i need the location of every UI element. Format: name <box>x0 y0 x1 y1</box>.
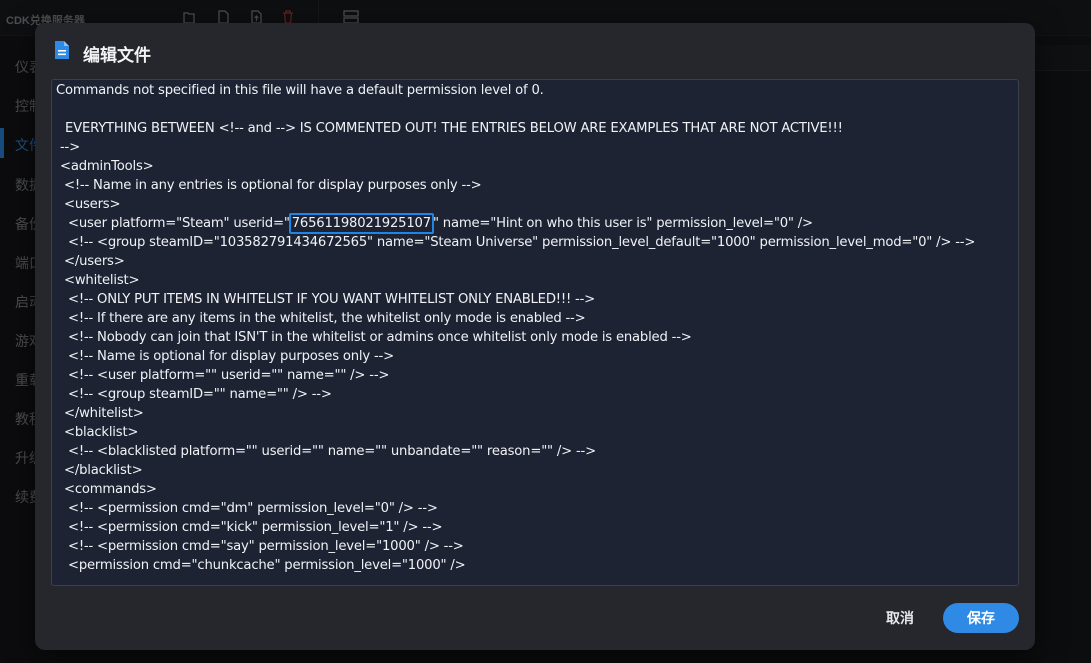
dialog-footer: 取消 保存 <box>35 593 1035 650</box>
code-line: <permission cmd="chunkcache" permission_… <box>60 558 466 573</box>
code-line: <!-- <permission cmd="kick" permission_l… <box>60 520 443 535</box>
code-line: </users> <box>60 254 125 269</box>
save-button[interactable]: 保存 <box>943 603 1019 633</box>
code-line: <user platform="Steam" userid=" 765611980… <box>60 213 813 234</box>
code-line: <!-- If there are any items in the white… <box>60 311 586 326</box>
code-line: Commands not specified in this file will… <box>52 83 544 98</box>
code-line: <commands> <box>60 482 157 497</box>
code-line: --> <box>60 140 80 155</box>
highlighted-userid[interactable]: 76561198021925107 <box>288 213 434 234</box>
edit-file-dialog: 编辑文件 Commands not specified in this file… <box>35 23 1035 650</box>
code-editor[interactable]: Commands not specified in this file will… <box>51 79 1019 586</box>
code-line: <blacklist> <box>60 425 139 440</box>
code-line: <!-- <group steamID="" name="" /> --> <box>60 387 332 402</box>
code-line: <!-- <permission cmd="say" permission_le… <box>60 539 464 554</box>
dialog-title: 编辑文件 <box>83 46 151 65</box>
code-line: <!-- ONLY PUT ITEMS IN WHITELIST IF YOU … <box>60 292 595 307</box>
code-line: <adminTools> <box>60 159 154 174</box>
code-line: <!-- <permission cmd="dm" permission_lev… <box>60 501 438 516</box>
file-text-icon <box>54 40 70 60</box>
code-line: <!-- <blacklisted platform="" userid="" … <box>60 444 596 459</box>
code-line: <!-- Name in any entries is optional for… <box>60 178 482 193</box>
code-line: </blacklist> <box>60 463 143 478</box>
code-line: <!-- <user platform="" userid="" name=""… <box>60 368 390 383</box>
code-line: EVERYTHING BETWEEN <!-- and --> IS COMME… <box>61 121 843 136</box>
code-line: <users> <box>60 197 121 212</box>
cancel-button[interactable]: 取消 <box>875 603 925 633</box>
code-line: <whitelist> <box>60 273 140 288</box>
dialog-header: 编辑文件 <box>35 23 1035 79</box>
code-line: <!-- Nobody can join that ISN'T in the w… <box>60 330 692 345</box>
code-line: <!-- <group steamID="103582791434672565"… <box>60 235 976 250</box>
code-line: </whitelist> <box>60 406 144 421</box>
code-line: <!-- Name is optional for display purpos… <box>60 349 394 364</box>
